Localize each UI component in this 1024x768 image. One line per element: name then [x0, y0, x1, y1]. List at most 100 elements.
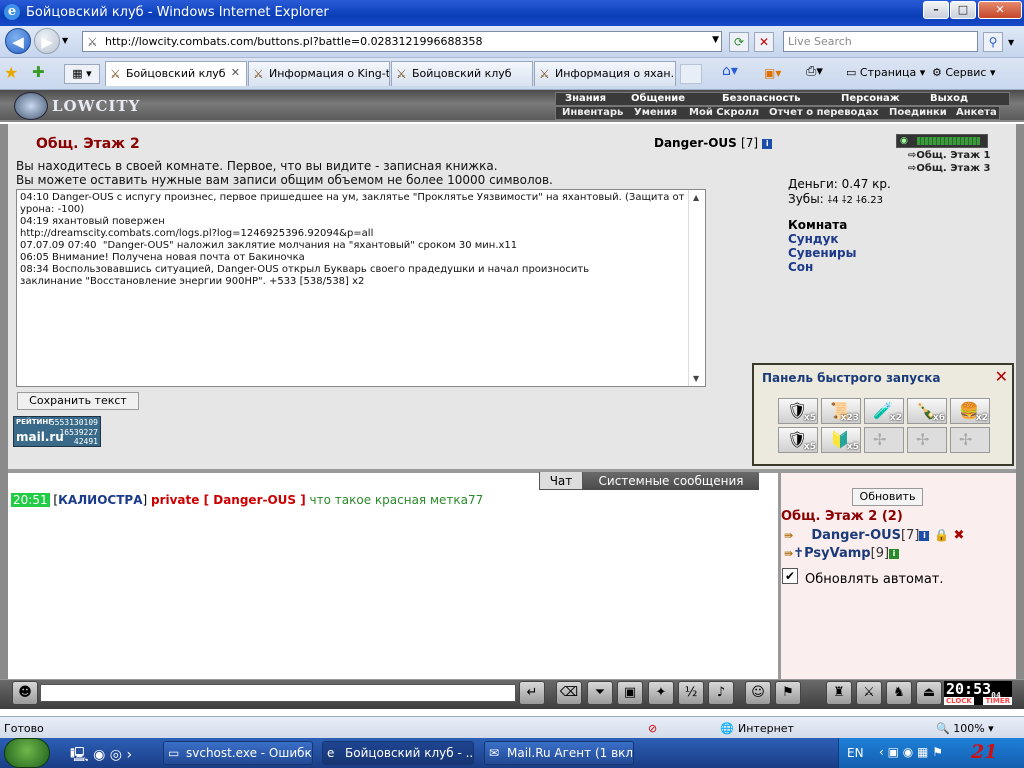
quick-tabs-icon[interactable]: ▦ ▾	[64, 64, 100, 84]
chat-private-tag[interactable]: private [ Danger-OUS ]	[151, 493, 306, 507]
auto-refresh-checkbox[interactable]: ✔	[782, 568, 798, 584]
tab-1[interactable]: ⚔ Бойцовский клуб ✕	[105, 61, 247, 86]
tab-close-icon[interactable]: ✕	[231, 66, 240, 79]
tab-chat[interactable]: Чат	[539, 472, 583, 490]
print-icon[interactable]: ⎙▾	[806, 64, 823, 79]
search-options-icon[interactable]: ▼	[1008, 38, 1014, 47]
menu-fights[interactable]: Поединки	[889, 107, 947, 119]
notebook-scrollbar[interactable]: ▲ ▼	[688, 190, 705, 386]
chat-time[interactable]: 20:51	[11, 493, 50, 507]
add-favorites-icon[interactable]: ✚	[32, 63, 45, 81]
save-log-icon[interactable]: ▣	[617, 681, 643, 705]
clan-icon[interactable]: ⚑	[775, 681, 801, 705]
tray-icons[interactable]: ‹ ▣ ◉ ▦ ⚑	[879, 745, 943, 759]
refresh-users-button[interactable]: Обновить	[852, 488, 923, 506]
fighter-icon[interactable]: ✦	[648, 681, 674, 705]
task-mailru-agent[interactable]: ✉ Mail.Ru Агент (1 вкл...	[484, 741, 634, 765]
minimize-button[interactable]: –	[923, 1, 949, 19]
quick-slot[interactable]: 🛡 x5	[778, 398, 818, 424]
quick-slot[interactable]: 🍔 x2	[950, 398, 990, 424]
refresh-icon[interactable]: ⟳	[729, 32, 749, 52]
translit-icon[interactable]: ½	[678, 681, 704, 705]
chat-nick[interactable]: КАЛИОСТРА	[58, 493, 142, 507]
info-icon[interactable]: i	[889, 548, 900, 559]
popup-blocked-icon[interactable]: ⊘	[648, 722, 657, 735]
new-tab-button[interactable]	[680, 64, 702, 84]
exit-floor-1[interactable]: ⇨Общ. Этаж 1	[908, 150, 990, 161]
exit-game-icon[interactable]: ⏏	[916, 681, 942, 705]
menu-communication[interactable]: Общение	[631, 93, 685, 105]
private-arrow-icon[interactable]: ⇛	[784, 529, 793, 542]
quick-slot[interactable]: ✢	[907, 427, 947, 453]
menu-inventory[interactable]: Инвентарь	[562, 107, 623, 119]
menu-knowledge[interactable]: Знания	[565, 93, 606, 105]
chat-head-icon[interactable]: ☻	[12, 681, 38, 705]
quick-slot[interactable]: 🛡 x5	[778, 427, 818, 453]
user-row[interactable]: ⇛✝PsyVamp[9] i	[784, 546, 900, 561]
language-indicator[interactable]: EN	[847, 746, 864, 760]
send-icon[interactable]: ↵	[519, 681, 545, 705]
stop-icon[interactable]: ✕	[754, 32, 774, 52]
private-arrow-icon[interactable]: ⇛	[784, 547, 793, 560]
sound-icon[interactable]: ♪	[708, 681, 734, 705]
page-menu[interactable]: ▭ Страница ▾	[846, 66, 925, 79]
quick-slot[interactable]: 🧪 x2	[864, 398, 904, 424]
user-row[interactable]: ⇛ Danger-OUS[7] i 🔒 ✖	[784, 528, 964, 543]
task-browser[interactable]: e Бойцовский клуб - ...	[322, 741, 474, 765]
zoom-control[interactable]: 🔍 100% ▾	[936, 722, 994, 735]
url-dropdown-icon[interactable]: ▼	[712, 35, 719, 45]
tab-3[interactable]: ⚔ Бойцовский клуб	[391, 61, 533, 86]
menu-skills[interactable]: Умения	[634, 107, 677, 119]
address-input[interactable]: ⚔ http://lowcity.combats.com/buttons.pl?…	[82, 31, 722, 52]
favorites-star-icon[interactable]: ★	[4, 63, 18, 82]
clock-label[interactable]: CLOCK	[944, 697, 974, 705]
quick-slot[interactable]: 🍾 x6	[907, 398, 947, 424]
quick-slot[interactable]: 📜 x23	[821, 398, 861, 424]
menu-profile[interactable]: Анкета	[956, 107, 997, 119]
scroll-down-icon[interactable]: ▼	[693, 374, 699, 383]
eraser-icon[interactable]: ⌫	[556, 681, 582, 705]
tray-clock[interactable]: 21	[971, 741, 997, 763]
home-icon[interactable]: ⌂▾	[722, 63, 738, 79]
quick-slot[interactable]: ✢	[950, 427, 990, 453]
search-icon[interactable]: ⚲	[983, 32, 1003, 52]
sleep-link[interactable]: Сон	[788, 260, 857, 274]
player-name[interactable]: Danger-OUS	[654, 136, 737, 150]
mailru-rating-counter[interactable]: РЕЙТИНГ mail.ru 5553130109 16539227 4249…	[13, 416, 101, 447]
inventory-icon[interactable]: ♞	[886, 681, 912, 705]
user-name[interactable]: PsyVamp	[804, 546, 871, 561]
info-icon[interactable]: i	[762, 138, 773, 149]
back-button[interactable]: ◀	[5, 28, 31, 54]
souvenirs-link[interactable]: Сувениры	[788, 246, 857, 260]
battle-icon[interactable]: ⚔	[856, 681, 882, 705]
smiles-icon[interactable]: ☺	[745, 681, 771, 705]
task-svchost[interactable]: ▭ svchost.exe - Ошибк...	[163, 741, 313, 765]
feeds-icon[interactable]: ▣▾	[764, 66, 781, 80]
save-text-button[interactable]: Сохранить текст	[17, 392, 139, 410]
tab-system-messages[interactable]: Системные сообщения	[583, 472, 759, 490]
menu-transfers[interactable]: Отчет о переводах	[769, 107, 879, 119]
quick-panel-close-icon[interactable]: ✕	[995, 367, 1008, 386]
user-name[interactable]: Danger-OUS	[811, 528, 901, 543]
remove-icon[interactable]: ✖	[953, 528, 964, 543]
service-menu[interactable]: ⚙ Сервис ▾	[932, 66, 996, 79]
tab-4[interactable]: ⚔ Информация о яхан...	[534, 61, 676, 86]
history-dropdown-icon[interactable]: ▼	[62, 36, 68, 45]
filter-icon[interactable]: ⏷	[587, 681, 613, 705]
character-icon[interactable]: ♜	[826, 681, 852, 705]
chest-link[interactable]: Сундук	[788, 232, 857, 246]
start-button[interactable]	[4, 738, 50, 768]
refresh-hp-icon[interactable]: ◉	[900, 136, 912, 146]
info-icon[interactable]: i	[919, 530, 930, 541]
tab-2[interactable]: ⚔ Информация о King-t...	[248, 61, 390, 86]
search-input[interactable]: Live Search	[783, 31, 978, 52]
chat-input[interactable]	[40, 684, 516, 702]
menu-exit[interactable]: Выход	[930, 93, 968, 105]
scroll-up-icon[interactable]: ▲	[693, 193, 699, 202]
quick-slot[interactable]: ✢	[864, 427, 904, 453]
close-button[interactable]: ✕	[978, 1, 1022, 19]
exit-floor-3[interactable]: ⇨Общ. Этаж 3	[908, 163, 990, 174]
menu-my-scroll[interactable]: Мой Скролл	[689, 107, 759, 119]
menu-security[interactable]: Безопасность	[722, 93, 801, 105]
quick-slot[interactable]: 🔰 x5	[821, 427, 861, 453]
